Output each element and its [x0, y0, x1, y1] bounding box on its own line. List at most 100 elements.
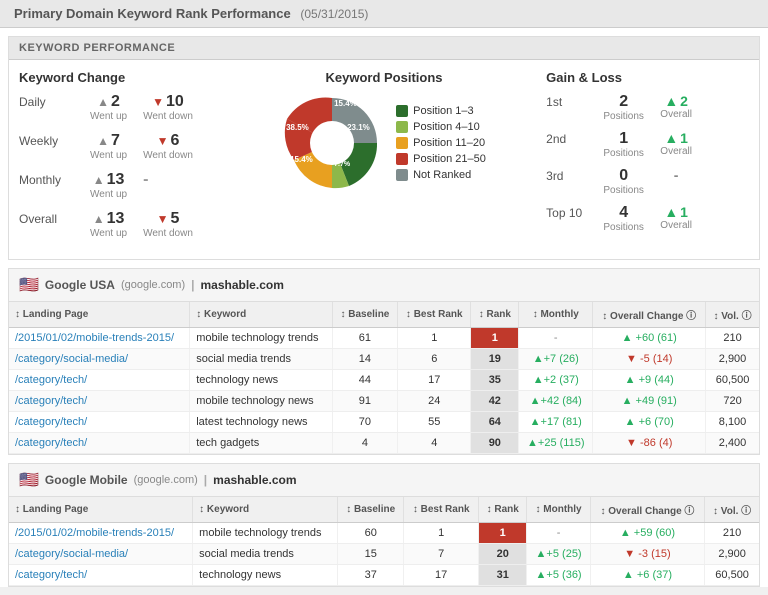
cell-best-rank: 1 — [398, 328, 471, 349]
cell-vol: 2,400 — [706, 433, 759, 454]
cell-keyword: latest technology news — [190, 412, 333, 433]
cell-keyword: mobile technology trends — [193, 523, 338, 544]
col-best-rank[interactable]: ↕ Best Rank — [398, 302, 471, 328]
col-baseline[interactable]: ↕ Baseline — [332, 302, 397, 328]
gl-label-top10: Top 10 — [546, 204, 591, 220]
cell-keyword: social media trends — [190, 349, 333, 370]
pie-label-15-bot: 15.4% — [290, 155, 313, 164]
gl-row-3rd: 3rd 0 Positions - — [546, 167, 749, 196]
cell-overall: ▲ +49 (91) — [593, 391, 706, 412]
kw-num-daily-down: ▼ 10 — [152, 93, 184, 111]
cell-landing[interactable]: /category/tech/ — [9, 433, 190, 454]
arrow-up-icon: ▲ — [664, 130, 678, 146]
kw-stat-weekly-up: ▲ 7 Went up — [90, 132, 127, 161]
kw-change-title: Keyword Change — [19, 70, 222, 85]
cell-landing[interactable]: /category/tech/ — [9, 412, 190, 433]
col-monthly[interactable]: ↕ Monthly — [519, 302, 593, 328]
table-row: /category/tech/ technology news 37 17 31… — [9, 565, 759, 586]
gl-row-1st: 1st 2 Positions ▲ 2 Overall — [546, 93, 749, 122]
col-monthly[interactable]: ↕ Monthly — [527, 497, 590, 523]
table-row: /category/social-media/ social media tre… — [9, 544, 759, 565]
cell-rank: 19 — [471, 349, 519, 370]
mobile-flag-icon: 🇺🇸 — [19, 470, 39, 490]
cell-monthly: ▲+7 (26) — [519, 349, 593, 370]
gl-stat-1st-pos: 2 Positions — [601, 93, 646, 122]
kw-row-daily: Daily ▲ 2 Went up ▼ 10 Went down — [19, 93, 222, 122]
pie-label-15-top: 15.4% — [334, 99, 357, 108]
kw-label-monthly: Monthly — [19, 171, 74, 187]
cell-baseline: 44 — [332, 370, 397, 391]
table-header-row: ↕ Landing Page ↕ Keyword ↕ Baseline ↕ Be… — [9, 497, 759, 523]
google-usa-header: 🇺🇸 Google USA (google.com) | mashable.co… — [9, 269, 759, 302]
col-overall-change[interactable]: ↕ Overall Change ⓘ — [593, 302, 706, 328]
col-rank[interactable]: ↕ Rank — [471, 302, 519, 328]
keyword-performance-section: KEYWORD PERFORMANCE Keyword Change Daily… — [8, 36, 760, 260]
col-overall-change[interactable]: ↕ Overall Change ⓘ — [590, 497, 705, 523]
cell-keyword: tech gadgets — [190, 433, 333, 454]
legend-label-pos21-50: Position 21–50 — [413, 153, 486, 165]
col-landing-page[interactable]: ↕ Landing Page — [9, 302, 190, 328]
kw-row-monthly: Monthly ▲ 13 Went up - — [19, 171, 222, 200]
chart-legend: Position 1–3 Position 4–10 Position 11–2… — [396, 105, 486, 181]
pie-label-38: 38.5% — [286, 123, 309, 132]
cell-overall: ▼ -5 (14) — [593, 349, 706, 370]
google-mobile-header: 🇺🇸 Google Mobile (google.com) | mashable… — [9, 464, 759, 497]
cell-baseline: 91 — [332, 391, 397, 412]
keyword-positions-panel: Keyword Positions — [232, 70, 536, 249]
keyword-change-panel: Keyword Change Daily ▲ 2 Went up ▼ — [19, 70, 222, 249]
legend-dot-pos11-20 — [396, 137, 408, 149]
cell-landing[interactable]: /2015/01/02/mobile-trends-2015/ — [9, 523, 193, 544]
col-vol[interactable]: ↕ Vol. ⓘ — [705, 497, 759, 523]
arrow-down-icon: ▼ — [152, 95, 164, 109]
legend-label-not-ranked: Not Ranked — [413, 169, 471, 181]
gl-row-2nd: 2nd 1 Positions ▲ 1 Overall — [546, 130, 749, 159]
legend-not-ranked: Not Ranked — [396, 169, 486, 181]
cell-overall: ▲ +59 (60) — [590, 523, 705, 544]
cell-landing[interactable]: /category/tech/ — [9, 370, 190, 391]
kw-content: Keyword Change Daily ▲ 2 Went up ▼ — [9, 60, 759, 259]
kw-row-overall: Overall ▲ 13 Went up ▼ 5 Went down — [19, 210, 222, 239]
cell-landing[interactable]: /category/social-media/ — [9, 544, 193, 565]
cell-overall: ▲ +60 (61) — [593, 328, 706, 349]
cell-monthly: ▲+25 (115) — [519, 433, 593, 454]
legend-dot-pos21-50 — [396, 153, 408, 165]
gl-stat-3rd-overall: - — [656, 167, 696, 183]
cell-rank: 1 — [471, 328, 519, 349]
gl-label-3rd: 3rd — [546, 167, 591, 183]
legend-label-pos11-20: Position 11–20 — [413, 137, 485, 149]
col-landing-page[interactable]: ↕ Landing Page — [9, 497, 193, 523]
cell-landing[interactable]: /category/tech/ — [9, 391, 190, 412]
google-mobile-target: mashable.com — [213, 473, 296, 487]
cell-landing[interactable]: /category/social-media/ — [9, 349, 190, 370]
col-keyword[interactable]: ↕ Keyword — [190, 302, 333, 328]
kw-stat-monthly-up: ▲ 13 Went up — [90, 171, 127, 200]
col-rank[interactable]: ↕ Rank — [478, 497, 526, 523]
google-mobile-section: 🇺🇸 Google Mobile (google.com) | mashable… — [8, 463, 760, 587]
cell-rank: 31 — [478, 565, 526, 586]
gl-stat-2nd-pos: 1 Positions — [601, 130, 646, 159]
kw-num-daily-up: ▲ 2 — [97, 93, 120, 111]
table-row: /category/tech/ mobile technology news 9… — [9, 391, 759, 412]
kw-stat-monthly-down: - — [143, 171, 148, 189]
legend-dot-pos1-3 — [396, 105, 408, 117]
col-keyword[interactable]: ↕ Keyword — [193, 497, 338, 523]
pie-label-23: 23.1% — [347, 123, 370, 132]
col-vol[interactable]: ↕ Vol. ⓘ — [706, 302, 759, 328]
page-date: (05/31/2015) — [300, 7, 368, 21]
table-row: /category/tech/ technology news 44 17 35… — [9, 370, 759, 391]
kw-label-daily: Daily — [19, 93, 74, 109]
gl-stat-2nd-overall: ▲ 1 Overall — [656, 130, 696, 157]
cell-landing[interactable]: /category/tech/ — [9, 565, 193, 586]
col-baseline[interactable]: ↕ Baseline — [338, 497, 404, 523]
separator: | — [204, 473, 207, 487]
pie-chart: 15.4% 23.1% 7.7% 15.4% 38.5% — [282, 93, 382, 193]
kw-label-overall: Overall — [19, 210, 74, 226]
cell-baseline: 70 — [332, 412, 397, 433]
cell-landing[interactable]: /2015/01/02/mobile-trends-2015/ — [9, 328, 190, 349]
col-best-rank[interactable]: ↕ Best Rank — [404, 497, 479, 523]
gl-row-top10: Top 10 4 Positions ▲ 1 Overall — [546, 204, 749, 233]
arrow-up-icon: ▲ — [664, 204, 678, 220]
cell-vol: 210 — [706, 328, 759, 349]
google-mobile-domain: (google.com) — [134, 474, 198, 486]
google-usa-section: 🇺🇸 Google USA (google.com) | mashable.co… — [8, 268, 760, 455]
